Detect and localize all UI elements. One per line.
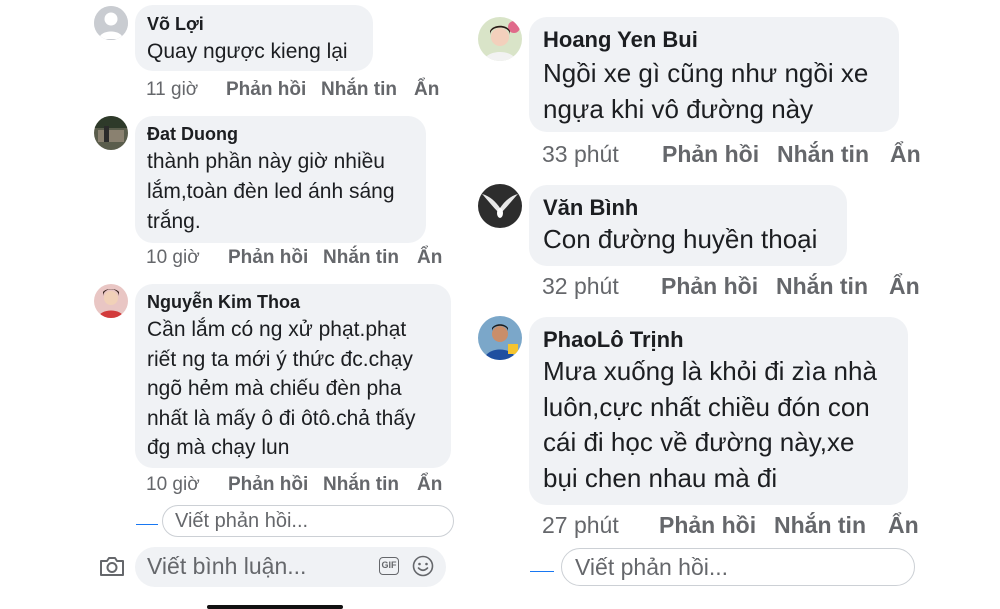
- hide-link[interactable]: Ẩn: [888, 512, 919, 539]
- reply-link[interactable]: Phản hồi: [226, 79, 306, 101]
- reply-placeholder: Viết phản hồi...: [575, 554, 729, 580]
- avatar[interactable]: [478, 316, 522, 360]
- camera-icon: [100, 557, 124, 576]
- photo-avatar-icon: [478, 17, 522, 61]
- comment-composer[interactable]: Viết bình luận... GIF: [135, 547, 446, 587]
- avatar[interactable]: [94, 284, 128, 318]
- comment-author[interactable]: Võ Lợi: [147, 14, 361, 35]
- reply-placeholder: Viết phản hồi...: [175, 510, 309, 532]
- photo-avatar-icon: [94, 116, 128, 150]
- comment-text: Mưa xuống là khỏi đi zìa nhà luôn,cực nh…: [543, 356, 877, 493]
- home-indicator: [207, 605, 343, 609]
- comment-time[interactable]: 33 phút: [542, 141, 619, 168]
- hide-link[interactable]: Ẩn: [890, 141, 921, 168]
- reply-input[interactable]: Viết phản hồi...: [561, 548, 915, 586]
- message-link[interactable]: Nhắn tin: [323, 247, 399, 269]
- comment-author[interactable]: Văn Bình: [543, 195, 833, 221]
- comment-bubble: Nguyễn Kim Thoa Cần lắm có ng xử phạt.ph…: [135, 284, 451, 468]
- reply-input[interactable]: Viết phản hồi...: [162, 505, 454, 537]
- comment-bubble: Văn Bình Con đường huyền thoại: [529, 185, 847, 266]
- dove-avatar-icon: [478, 184, 522, 228]
- reply-link[interactable]: Phản hồi: [662, 141, 759, 168]
- comment-time[interactable]: 10 giờ: [146, 474, 200, 496]
- default-avatar-icon: [94, 6, 128, 40]
- comment-text: Ngồi xe gì cũng như ngồi xe ngựa khi vô …: [543, 58, 869, 124]
- page-avatar-icon: [530, 563, 554, 572]
- message-link[interactable]: Nhắn tin: [776, 273, 868, 300]
- avatar[interactable]: [94, 6, 128, 40]
- comment-bubble: PhaoLô Trịnh Mưa xuống là khỏi đi zìa nh…: [529, 317, 908, 505]
- composer-placeholder: Viết bình luận...: [147, 553, 307, 579]
- comment-author[interactable]: PhaoLô Trịnh: [543, 327, 894, 353]
- comment-time[interactable]: 10 giờ: [146, 247, 200, 269]
- comment-author[interactable]: Đat Duong: [147, 124, 414, 145]
- camera-button[interactable]: [99, 554, 125, 578]
- avatar[interactable]: [478, 17, 522, 61]
- comment-author[interactable]: Nguyễn Kim Thoa: [147, 292, 439, 313]
- hide-link[interactable]: Ẩn: [414, 79, 439, 101]
- comment-text: Con đường huyền thoại: [543, 224, 818, 254]
- comment-text: Cần lắm có ng xử phạt.phạt riết ng ta mớ…: [147, 318, 416, 459]
- comment-text: thành phần này giờ nhiều lắm,toàn đèn le…: [147, 150, 395, 233]
- reply-link[interactable]: Phản hồi: [228, 247, 308, 269]
- message-link[interactable]: Nhắn tin: [774, 512, 866, 539]
- comment-time[interactable]: 11 giờ: [146, 79, 198, 101]
- message-link[interactable]: Nhắn tin: [777, 141, 869, 168]
- avatar[interactable]: [478, 184, 522, 228]
- gif-icon[interactable]: GIF: [379, 557, 399, 575]
- hide-link[interactable]: Ẩn: [417, 247, 442, 269]
- comment-time[interactable]: 27 phút: [542, 512, 619, 539]
- avatar[interactable]: [94, 116, 128, 150]
- reply-link[interactable]: Phản hồi: [661, 273, 758, 300]
- photo-avatar-icon: [94, 284, 128, 318]
- photo-avatar-icon: [478, 316, 522, 360]
- comment-author[interactable]: Hoang Yen Bui: [543, 27, 885, 53]
- comment-bubble: Đat Duong thành phần này giờ nhiều lắm,t…: [135, 116, 426, 243]
- emoji-icon[interactable]: [412, 555, 434, 582]
- comment-time[interactable]: 32 phút: [542, 273, 619, 300]
- message-link[interactable]: Nhắn tin: [321, 79, 397, 101]
- message-link[interactable]: Nhắn tin: [323, 474, 399, 496]
- reply-link[interactable]: Phản hồi: [228, 474, 308, 496]
- hide-link[interactable]: Ẩn: [889, 273, 920, 300]
- comment-bubble: Hoang Yen Bui Ngồi xe gì cũng như ngồi x…: [529, 17, 899, 132]
- comment-bubble: Võ Lợi Quay ngược kieng lại: [135, 5, 373, 71]
- page-avatar-icon: [136, 516, 158, 525]
- reply-link[interactable]: Phản hồi: [659, 512, 756, 539]
- hide-link[interactable]: Ẩn: [417, 474, 442, 496]
- comment-text: Quay ngược kieng lại: [147, 40, 348, 63]
